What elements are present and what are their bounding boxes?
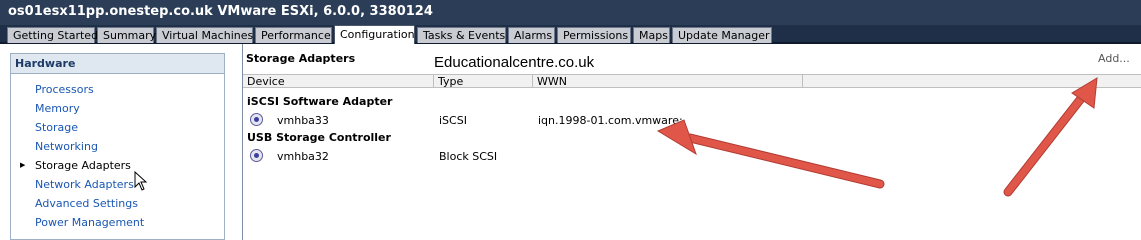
group-usb-storage-controller: USB Storage Controller <box>247 131 391 144</box>
nav-power-management[interactable]: Power Management <box>35 216 144 229</box>
tab-configuration[interactable]: Configuration <box>334 25 415 44</box>
tab-permissions[interactable]: Permissions <box>557 27 631 43</box>
section-title: Storage Adapters <box>246 52 356 65</box>
nav-advanced-settings[interactable]: Advanced Settings <box>35 197 138 210</box>
tab-performance[interactable]: Performance <box>255 27 332 43</box>
tab-virtual-machines[interactable]: Virtual Machines <box>156 27 253 43</box>
nav-storage-adapters[interactable]: Storage Adapters <box>35 159 131 172</box>
mouse-cursor-icon <box>134 171 148 191</box>
table-row-device[interactable]: vmhba33 <box>277 114 329 127</box>
nav-processors[interactable]: Processors <box>35 83 94 96</box>
table-header: Device Type WWN <box>243 74 1141 88</box>
selected-bullet-icon: ▶ <box>20 161 26 169</box>
table-row-type[interactable]: Block SCSI <box>439 150 497 163</box>
hardware-panel: Hardware Processors Memory Storage Netwo… <box>10 53 225 240</box>
tab-maps[interactable]: Maps <box>633 27 670 43</box>
table-row-wwn[interactable]: iqn.1998-01.com.vmware: <box>538 114 683 127</box>
watermark-text: Educationalcentre.co.uk <box>434 54 595 71</box>
window-title: os01esx11pp.onestep.co.uk VMware ESXi, 6… <box>8 4 433 19</box>
tab-strip: Getting Started Summary Virtual Machines… <box>0 25 1141 44</box>
table-row-device[interactable]: vmhba32 <box>277 150 329 163</box>
tab-alarms[interactable]: Alarms <box>508 27 555 43</box>
tab-update-manager[interactable]: Update Manager <box>672 27 772 43</box>
tab-summary[interactable]: Summary <box>97 27 156 43</box>
column-device[interactable]: Device <box>243 75 434 88</box>
column-blank <box>803 75 1141 88</box>
window-title-bar: os01esx11pp.onestep.co.uk VMware ESXi, 6… <box>0 0 1141 25</box>
table-row-type[interactable]: iSCSI <box>439 114 467 127</box>
storage-adapter-icon <box>250 149 263 162</box>
tab-getting-started[interactable]: Getting Started <box>7 27 98 43</box>
nav-memory[interactable]: Memory <box>35 102 80 115</box>
group-iscsi-software-adapter: iSCSI Software Adapter <box>247 95 393 108</box>
nav-network-adapters[interactable]: Network Adapters <box>35 178 134 191</box>
add-button[interactable]: Add... <box>1098 52 1130 65</box>
tab-tasks-events[interactable]: Tasks & Events <box>417 27 506 43</box>
column-type[interactable]: Type <box>434 75 533 88</box>
nav-networking[interactable]: Networking <box>35 140 98 153</box>
storage-adapter-icon <box>250 113 263 126</box>
hardware-header: Hardware <box>11 54 224 74</box>
nav-storage[interactable]: Storage <box>35 121 78 134</box>
column-wwn[interactable]: WWN <box>533 75 803 88</box>
